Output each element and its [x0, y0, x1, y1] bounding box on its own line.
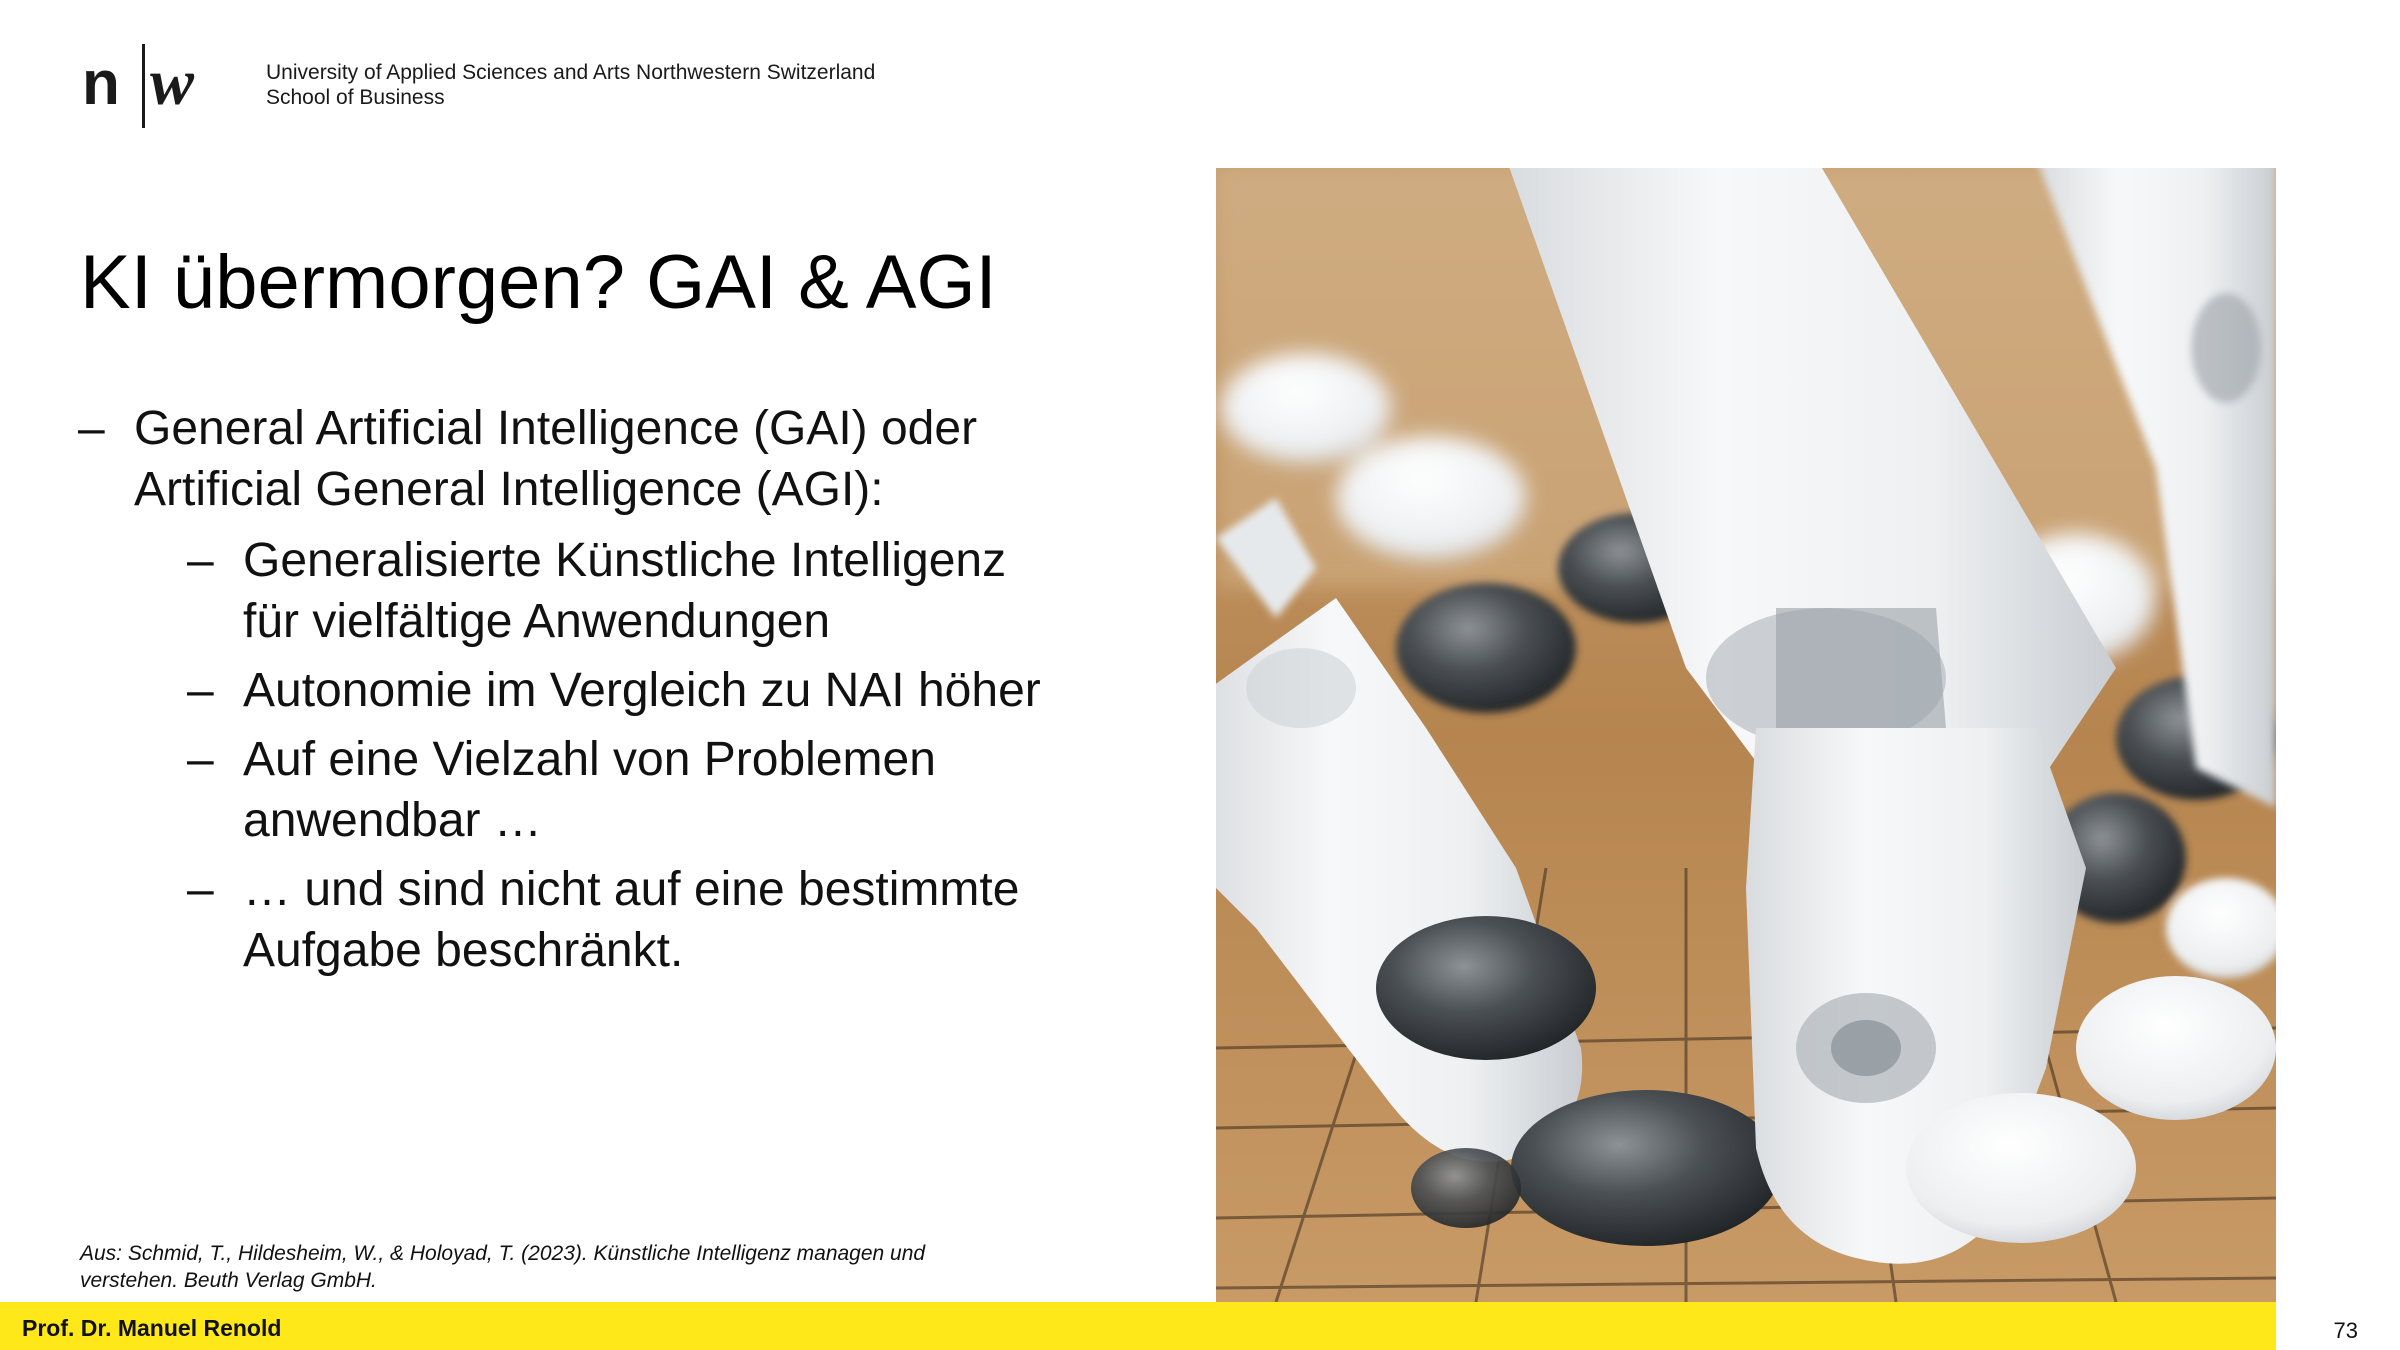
- fhnw-logo: n w: [82, 44, 232, 128]
- author-name: Prof. Dr. Manuel Renold: [22, 1315, 282, 1341]
- institution-name: University of Applied Sciences and Arts …: [266, 60, 875, 110]
- sub-bullet-not-limited: – … und sind nicht auf eine bestimmte Au…: [78, 859, 1118, 981]
- page-number: 73: [2333, 1318, 2358, 1343]
- institution-line-1: University of Applied Sciences and Arts …: [266, 61, 876, 84]
- sub-bullet-line: anwendbar …: [243, 794, 542, 847]
- sub-bullet-line: Auf eine Vielzahl von Problemen: [243, 733, 936, 786]
- footer-bar: Prof. Dr. Manuel Renold: [0, 1302, 2276, 1350]
- sub-bullet-many-problems: – Auf eine Vielzahl von Problemen anwend…: [78, 729, 1118, 851]
- sub-bullet-generalized: – Generalisierte Künstliche Intelligenz …: [78, 530, 1118, 652]
- reference-line-2: verstehen. Beuth Verlag GmbH.: [80, 1269, 377, 1292]
- source-reference: Aus: Schmid, T., Hildesheim, W., & Holoy…: [80, 1240, 1060, 1294]
- bullet-dash: –: [187, 534, 214, 587]
- bullet-dash: –: [187, 863, 214, 916]
- robot-go-photo: [1216, 168, 2276, 1302]
- bullet-main-line-1: General Artificial Intelligence (GAI) od…: [134, 402, 978, 455]
- bullet-main: – General Artificial Intelligence (GAI) …: [78, 398, 1118, 520]
- sub-bullet-line: Generalisierte Künstliche Intelligenz: [243, 534, 1007, 587]
- svg-text:n: n: [82, 49, 120, 118]
- sub-bullet-list: – Generalisierte Künstliche Intelligenz …: [78, 530, 1118, 981]
- institution-line-2: School of Business: [266, 86, 445, 109]
- sub-bullet-line: Autonomie im Vergleich zu NAI höher: [243, 664, 1041, 717]
- sub-bullet-line: für vielfältige Anwendungen: [243, 595, 831, 648]
- sub-bullet-line: Aufgabe beschränkt.: [243, 924, 684, 977]
- reference-line-1: Aus: Schmid, T., Hildesheim, W., & Holoy…: [80, 1242, 926, 1265]
- slide-title: KI übermorgen? GAI & AGI: [80, 240, 997, 325]
- bullet-list: – General Artificial Intelligence (GAI) …: [78, 398, 1118, 981]
- sub-bullet-line: … und sind nicht auf eine bestimmte: [243, 863, 1020, 916]
- sub-bullet-autonomy: – Autonomie im Vergleich zu NAI höher: [78, 660, 1118, 721]
- svg-text:w: w: [150, 46, 195, 119]
- bullet-main-line-2: Artificial General Intelligence (AGI):: [134, 463, 884, 516]
- bullet-dash: –: [187, 733, 214, 786]
- bullet-dash: –: [187, 664, 214, 717]
- bullet-dash: –: [78, 402, 105, 455]
